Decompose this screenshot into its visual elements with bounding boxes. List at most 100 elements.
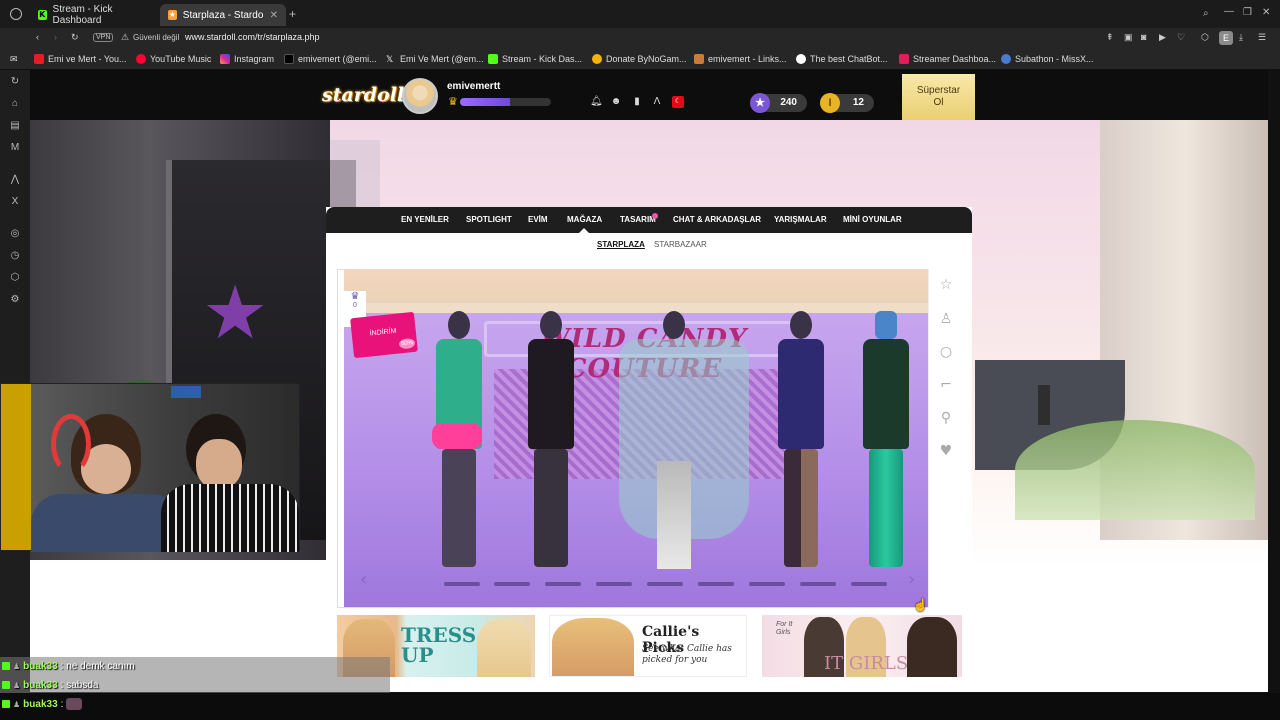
- star-category-icon[interactable]: ☆: [938, 277, 954, 293]
- camera-icon[interactable]: ◙: [1141, 32, 1146, 42]
- opera-logo-icon[interactable]: [10, 8, 22, 20]
- maximize-icon[interactable]: ❐: [1243, 7, 1252, 18]
- new-tab-button[interactable]: +: [289, 7, 296, 21]
- search-tabs-icon[interactable]: ⌕: [1203, 8, 1209, 19]
- nav-item-chat-friends[interactable]: CHAT & ARKADAŞLAR: [673, 215, 761, 224]
- mannequin-outfit-3[interactable]: [619, 311, 749, 573]
- nav-item-shop[interactable]: MAĞAZA: [567, 215, 602, 224]
- carousel-dot[interactable]: [749, 582, 785, 586]
- play-icon[interactable]: ▶: [1159, 32, 1166, 43]
- security-label[interactable]: Güvenli değil: [133, 33, 179, 42]
- subnav-starbazaar[interactable]: STARBAZAAR: [654, 240, 707, 249]
- heart-icon[interactable]: ♡: [1177, 32, 1185, 43]
- mannequin-outfit-1[interactable]: [422, 311, 492, 573]
- avatar[interactable]: [402, 78, 438, 114]
- coins-counter[interactable]: I 12: [820, 93, 874, 113]
- nav-item-mini-games[interactable]: MİNİ OYUNLAR: [843, 215, 902, 224]
- bookmark-item[interactable]: Subathon - MissX...: [1001, 54, 1094, 64]
- workspace-icon[interactable]: ▤: [9, 120, 21, 132]
- search-icon[interactable]: ⚲: [938, 410, 954, 426]
- download-icon[interactable]: ⤓: [1239, 32, 1243, 43]
- username[interactable]: emivemertt: [447, 81, 500, 92]
- history-icon[interactable]: ◷: [9, 250, 21, 262]
- tab-starplaza[interactable]: ★ Starplaza - Stardoll | Türk ✕: [160, 4, 286, 26]
- close-window-icon[interactable]: ✕: [1262, 7, 1270, 18]
- back-icon[interactable]: ‹: [36, 32, 39, 42]
- menu-icon[interactable]: ☰: [1258, 32, 1266, 43]
- bookmark-item[interactable]: Donate ByNoGam...: [592, 54, 687, 64]
- bookmark-item[interactable]: Instagram: [220, 54, 274, 64]
- bookmark-item[interactable]: The best ChatBot...: [796, 54, 888, 64]
- carousel-dot[interactable]: [545, 582, 581, 586]
- aria-icon[interactable]: ⌂: [9, 98, 21, 110]
- carousel-dot[interactable]: [851, 582, 887, 586]
- extensions-sidebar-icon[interactable]: ⬡: [9, 272, 21, 284]
- kick-badge-icon: [2, 700, 10, 708]
- wishlist-count: 0: [353, 302, 357, 309]
- carousel-dot[interactable]: [698, 582, 734, 586]
- bookmark-item[interactable]: Stream - Kick Das...: [488, 54, 582, 64]
- bookmark-item[interactable]: emivemert - Links...: [694, 54, 787, 64]
- nav-item-spotlight[interactable]: SPOTLIGHT: [466, 215, 512, 224]
- stardollars-counter[interactable]: ★ 240: [750, 93, 807, 113]
- sale-tag[interactable]: İNDİRİM 50%: [350, 311, 418, 359]
- reload-icon[interactable]: ↻: [71, 32, 79, 43]
- callies-picks-banner[interactable]: Callie's Picks See what Callie has picke…: [549, 615, 747, 677]
- mannequin-outfit-5[interactable]: [849, 311, 919, 573]
- x-sidebar-icon[interactable]: X: [9, 196, 21, 208]
- messenger-icon[interactable]: M: [9, 142, 21, 154]
- nav-item-design[interactable]: TASARIM: [620, 215, 656, 224]
- bookmark-item[interactable]: emivemert (@emi...: [284, 54, 377, 64]
- trees-right: [1015, 420, 1255, 520]
- url-field[interactable]: www.stardoll.com/tr/starplaza.php: [185, 32, 320, 42]
- profile-avatar[interactable]: E: [1219, 31, 1233, 45]
- nav-item-newest[interactable]: EN YENİLER: [401, 215, 449, 224]
- shoe-category-icon[interactable]: ⌐: [938, 377, 954, 393]
- ring-category-icon[interactable]: ○: [938, 344, 954, 360]
- player-icon[interactable]: ◎: [9, 228, 21, 240]
- bookmark-icon[interactable]: ▮: [631, 96, 643, 108]
- carousel-dot[interactable]: [596, 582, 632, 586]
- carousel-dot[interactable]: [647, 582, 683, 586]
- extensions-icon[interactable]: ⬡: [1201, 32, 1209, 43]
- tab-kick-dashboard[interactable]: K Stream - Kick Dashboard: [30, 4, 156, 26]
- bookmark-item[interactable]: YouTube Music: [136, 54, 211, 64]
- vpn-badge[interactable]: VPN: [93, 33, 114, 42]
- carousel-dot[interactable]: [444, 582, 480, 586]
- friends-icon[interactable]: ☻: [610, 96, 622, 108]
- carousel-next-icon[interactable]: ›: [908, 569, 915, 590]
- heart-category-icon[interactable]: ♥: [938, 443, 954, 459]
- notifications-icon[interactable]: 🔔︎: [590, 96, 603, 108]
- minimize-icon[interactable]: —: [1224, 6, 1234, 17]
- bookmark-item[interactable]: Streamer Dashboa...: [899, 54, 996, 64]
- person-left-body: [31, 494, 181, 552]
- mannequin-head: [448, 311, 470, 339]
- superstar-button[interactable]: Süperstar Ol: [902, 74, 975, 120]
- speed-dial-icon[interactable]: ✉: [10, 54, 18, 65]
- dress-category-icon[interactable]: ♙: [938, 311, 954, 327]
- reload-sidebar-icon[interactable]: ↻: [9, 76, 21, 88]
- turkey-flag-icon[interactable]: ☾: [672, 96, 684, 108]
- fashion-icon[interactable]: Λ: [651, 96, 663, 108]
- mannequin-outfit-4[interactable]: [764, 311, 834, 573]
- nav-item-home[interactable]: EVİM: [528, 215, 548, 224]
- carousel-prev-icon[interactable]: ‹: [360, 569, 367, 590]
- stardoll-logo[interactable]: stardoll: [322, 78, 404, 112]
- notification-dot: [652, 213, 658, 219]
- it-girls-banner[interactable]: For It Girls IT GIRLS: [762, 615, 962, 677]
- carousel-dot[interactable]: [800, 582, 836, 586]
- forward-icon[interactable]: ›: [54, 32, 57, 42]
- bookmark-item[interactable]: 𝕏 Emi Ve Mert (@em...: [386, 54, 484, 64]
- kick-badge-icon: [2, 681, 10, 689]
- mannequin-outfit-2[interactable]: [514, 311, 584, 573]
- kick-sidebar-icon[interactable]: ⋀: [9, 174, 21, 186]
- snapshot-icon[interactable]: ▣: [1124, 32, 1133, 43]
- tab-close-icon[interactable]: ✕: [270, 10, 278, 21]
- shop-showcase[interactable]: WILD CANDY COUTURE ♛ 0 İNDİRİM 50% ‹ ›: [344, 269, 928, 607]
- carousel-dot[interactable]: [494, 582, 530, 586]
- nav-item-contests[interactable]: YARIŞMALAR: [774, 215, 827, 224]
- settings-icon[interactable]: ⚙: [9, 294, 21, 306]
- bookmark-item[interactable]: Emi ve Mert - You...: [34, 54, 127, 64]
- subnav-starplaza[interactable]: STARPLAZA: [597, 240, 645, 249]
- pin-icon[interactable]: ⇞: [1106, 32, 1114, 43]
